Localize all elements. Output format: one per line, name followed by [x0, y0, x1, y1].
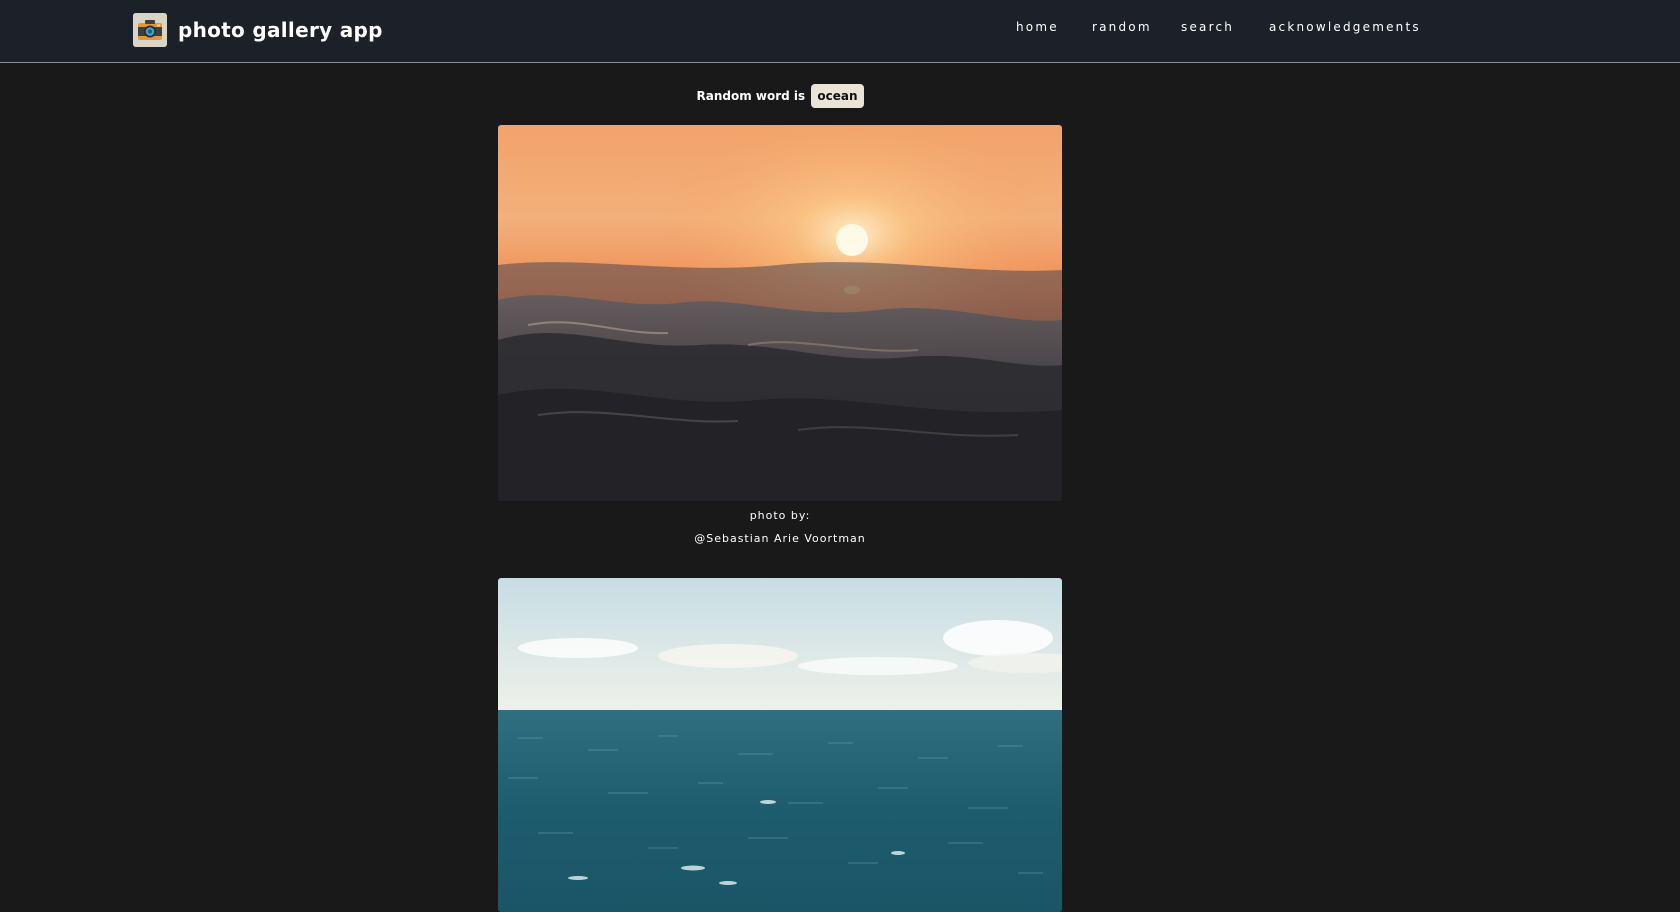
nav-search-link[interactable]: search — [1181, 20, 1234, 34]
random-word-badge: ocean — [811, 84, 864, 108]
photo-credit-photographer[interactable]: @Sebastian Arie Voortman — [498, 532, 1062, 545]
app-title: photo gallery app — [178, 18, 383, 42]
nav-random-link[interactable]: random — [1092, 20, 1152, 34]
nav-home-link[interactable]: home — [1016, 20, 1059, 34]
random-word-prefix: Random word is — [696, 89, 806, 103]
brand-link[interactable]: photo gallery app — [133, 13, 383, 47]
camera-icon — [133, 13, 167, 47]
photo-open-ocean[interactable] — [498, 578, 1062, 912]
navbar: photo gallery app home random search ack… — [0, 0, 1680, 63]
photo-credit-label: photo by: — [749, 509, 811, 522]
photo-sunset-ocean[interactable] — [498, 125, 1062, 501]
random-word-line: Random word is ocean — [0, 84, 1560, 108]
nav-acknowledgements-link[interactable]: acknowledgements — [1269, 20, 1421, 34]
